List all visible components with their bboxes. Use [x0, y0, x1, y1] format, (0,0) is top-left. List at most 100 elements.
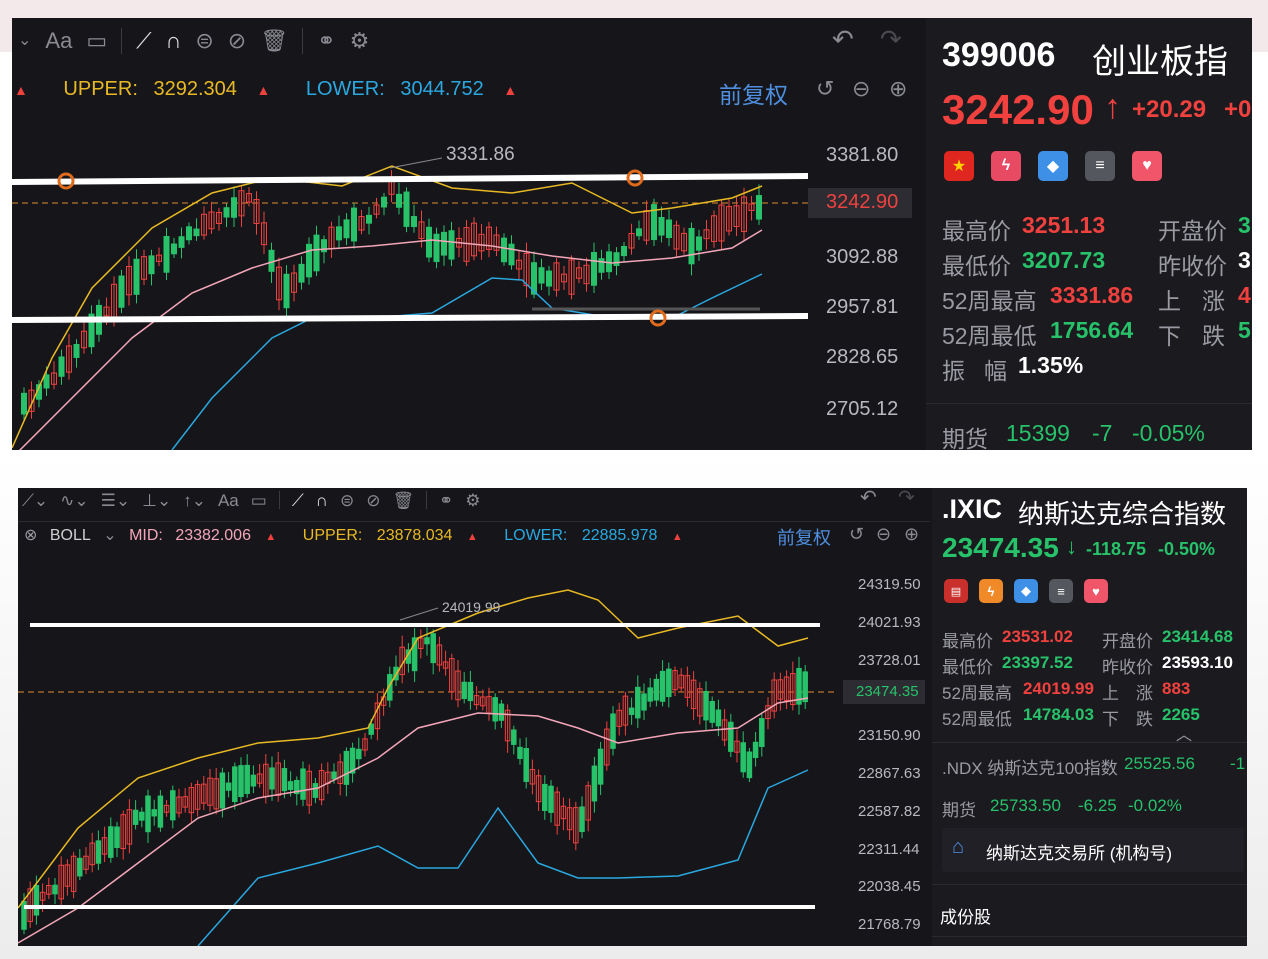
candle-body	[715, 709, 722, 727]
candle-body	[232, 766, 238, 803]
reset-icon[interactable]: ↺	[816, 78, 834, 100]
middle-band-line	[18, 229, 763, 450]
flash-icon[interactable]: ϟ	[979, 579, 1003, 603]
candle-body	[759, 718, 765, 748]
redo-icon[interactable]: ↷	[898, 488, 915, 508]
down-count-value: 5	[1238, 317, 1251, 343]
high-price-marker: 3331.86	[446, 144, 515, 165]
low-value: 3207.73	[1022, 247, 1106, 273]
zoom-in-icon[interactable]: ⊕	[889, 78, 907, 100]
down-count-label-b: 跌	[1136, 710, 1153, 729]
high-value: 23531.02	[1002, 627, 1073, 646]
candle-body	[467, 681, 474, 702]
candle-body	[58, 356, 65, 377]
current-price-tag-value: 23474.35	[856, 683, 919, 700]
candle-body	[636, 228, 642, 237]
zoom-in-icon[interactable]: ⊕	[904, 525, 919, 543]
candle-body	[498, 703, 505, 721]
chart-panel-chinext: ⌄ Aa ▭ ⟋ ∩ ⊜ ⊘ 🗑︎ ⚭ ⚙ ↶ ↷ ▲ UPPER: 3292.…	[12, 18, 1252, 450]
candle-body	[145, 795, 151, 833]
candle-body	[219, 772, 226, 809]
quote-info-panel: .IXIC 纳斯达克综合指数 23474.35 ↓ -118.75 -0.50%…	[932, 488, 1247, 946]
candle-body	[441, 231, 447, 256]
candle-body	[548, 785, 554, 813]
related-index-change: -1	[1230, 754, 1246, 773]
amplitude-label-b: 幅	[984, 358, 1007, 384]
price-change: -118.75	[1086, 539, 1147, 559]
candlestick-chart[interactable]: 3331.86	[12, 18, 812, 450]
heart-icon[interactable]: ♥	[1132, 151, 1162, 181]
low-value: 23397.52	[1002, 653, 1073, 672]
axis-label: 3381.80	[826, 144, 899, 166]
exchange-card[interactable]: ⌂ 纳斯达克交易所 (机构号)	[942, 828, 1244, 872]
candle-body	[52, 884, 58, 895]
candle-body	[178, 236, 185, 248]
last-price: 3242.90	[942, 86, 1094, 133]
axis-label: 2705.12	[826, 398, 899, 420]
candle-body	[366, 214, 372, 224]
candle-body	[151, 809, 157, 817]
current-price-tag-value: 3242.90	[826, 191, 899, 213]
flash-icon[interactable]: ϟ	[991, 151, 1021, 181]
axis-label: 23728.01	[858, 652, 921, 669]
candle-body	[33, 884, 40, 916]
exchange-name: 纳斯达克交易所 (机构号)	[986, 844, 1173, 863]
candle-body	[225, 782, 232, 791]
undo-icon[interactable]: ↶	[860, 488, 877, 508]
52wk-high-value: 3331.86	[1050, 282, 1134, 308]
52wk-high-label: 52周最高	[942, 288, 1037, 314]
candle-body	[171, 243, 177, 255]
down-count-label-a: 下	[1102, 710, 1119, 729]
quote-info-panel: 399006 创业板指 3242.90 ↑ +20.29 +0 ★ ϟ ◆ ≡ …	[926, 18, 1252, 450]
up-count-value: 883	[1162, 679, 1191, 698]
candle-body	[647, 687, 653, 702]
candle-body	[658, 216, 665, 236]
support-trendline	[12, 313, 809, 323]
candle-body	[73, 343, 80, 358]
candle-body	[448, 230, 455, 260]
candle-body	[250, 774, 257, 787]
futures-change: -6.25	[1078, 796, 1117, 815]
note-icon[interactable]: ≡	[1049, 579, 1073, 603]
futures-price[interactable]: 25733.50	[990, 796, 1061, 816]
up-count-label-b: 涨	[1202, 288, 1225, 314]
heart-icon[interactable]: ♥	[1084, 579, 1108, 603]
candle-body	[709, 700, 715, 723]
price-change-pct: +0	[1224, 96, 1252, 123]
price-change-pct: -0.50%	[1158, 539, 1216, 559]
candle-body	[300, 768, 306, 800]
candlestick-chart[interactable]: 24019.99	[18, 488, 840, 946]
candle-body	[244, 764, 250, 794]
reset-icon[interactable]: ↺	[849, 525, 864, 543]
axis-label: 21768.79	[858, 916, 921, 933]
candle-body	[157, 795, 164, 828]
zoom-out-icon[interactable]: ⊖	[852, 78, 870, 100]
constituents-title[interactable]: 成份股	[940, 903, 991, 928]
candle-body	[426, 226, 432, 258]
stock-code: .IXIC	[942, 494, 1003, 524]
tag-icon[interactable]: ◆	[1038, 151, 1068, 181]
axis-label: 22038.45	[858, 878, 921, 895]
candle-body	[268, 249, 275, 272]
candle-body	[223, 207, 230, 218]
candle-body	[287, 781, 294, 791]
note-icon[interactable]: ≡	[1085, 151, 1115, 181]
up-count-value: 4	[1238, 282, 1251, 308]
redo-icon[interactable]: ↷	[880, 26, 902, 52]
candle-body	[283, 273, 290, 309]
candle-body	[133, 258, 140, 295]
zoom-out-icon[interactable]: ⊖	[876, 525, 891, 543]
axis-label: 22311.44	[858, 841, 920, 858]
current-price-tag: 3242.90	[808, 188, 912, 218]
candle-body	[538, 267, 545, 284]
tag-icon[interactable]: ◆	[1014, 579, 1038, 603]
bank-icon: ⌂	[952, 836, 965, 858]
related-index-name[interactable]: .NDX 纳斯达克100指数	[942, 754, 1118, 779]
candle-body	[511, 729, 517, 745]
candle-body	[597, 748, 604, 785]
futures-price[interactable]: 15399	[1006, 420, 1070, 447]
candle-body	[403, 191, 410, 227]
candle-body	[641, 693, 647, 711]
candle-body	[356, 748, 362, 760]
undo-icon[interactable]: ↶	[832, 26, 854, 52]
